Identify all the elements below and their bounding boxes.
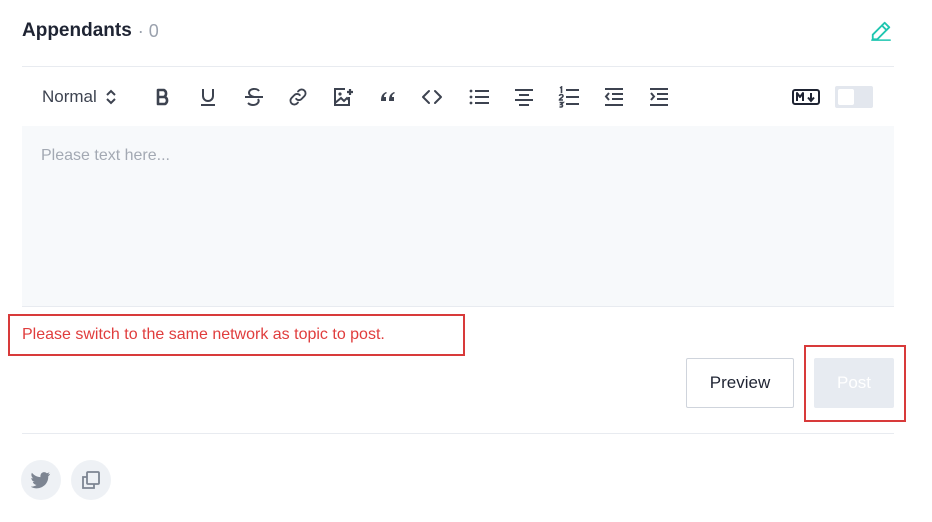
edit-button[interactable] [868, 19, 894, 43]
format-select-label: Normal [42, 87, 97, 106]
link-button[interactable] [284, 84, 312, 110]
appendants-header: Appendants · 0 [22, 18, 159, 44]
bold-button[interactable] [149, 84, 177, 110]
header-divider [22, 66, 894, 67]
indent-icon [650, 88, 668, 106]
link-icon [289, 88, 307, 106]
content-textarea[interactable] [22, 126, 894, 306]
markdown-icon [792, 89, 820, 105]
network-error-message: Please switch to the same network as top… [8, 314, 465, 356]
footer-divider [22, 433, 894, 434]
markdown-button[interactable] [792, 86, 820, 108]
image-icon [334, 88, 353, 106]
markdown-toggle[interactable] [835, 86, 873, 108]
underline-button[interactable] [194, 84, 222, 110]
twitter-icon [31, 472, 51, 489]
image-button[interactable] [329, 84, 357, 110]
bullet-list-button[interactable] [465, 84, 493, 110]
count-separator: · [137, 20, 144, 41]
strikethrough-icon [245, 87, 263, 107]
indent-button[interactable] [645, 84, 673, 110]
code-icon [422, 90, 442, 104]
align-center-icon [515, 89, 533, 106]
underline-icon [201, 89, 215, 106]
editor-area [22, 126, 894, 306]
editor-divider [22, 306, 894, 307]
error-text: Please switch to the same network as top… [22, 326, 385, 343]
twitter-share-button[interactable] [21, 460, 61, 500]
quote-button[interactable] [374, 84, 402, 110]
editor-toolbar: Normal [22, 80, 894, 114]
format-select[interactable]: Normal [42, 84, 116, 110]
outdent-button[interactable] [600, 84, 628, 110]
bold-icon [156, 88, 169, 106]
outdent-icon [604, 88, 623, 106]
code-button[interactable] [418, 84, 446, 110]
ordered-list-icon [558, 86, 579, 108]
section-title: Appendants [22, 20, 132, 41]
copy-icon [82, 471, 100, 489]
strikethrough-button[interactable] [240, 84, 268, 110]
preview-button[interactable]: Preview [686, 358, 794, 408]
sort-arrows-icon [106, 89, 116, 105]
ordered-list-button[interactable] [555, 84, 583, 110]
copy-link-button[interactable] [71, 460, 111, 500]
quote-icon [381, 92, 395, 101]
bullet-list-icon [469, 89, 489, 105]
appendants-count: 0 [148, 20, 159, 41]
align-center-button[interactable] [510, 84, 538, 110]
pencil-icon [871, 21, 891, 41]
toggle-knob [838, 89, 854, 105]
post-button[interactable]: Post [814, 358, 894, 408]
